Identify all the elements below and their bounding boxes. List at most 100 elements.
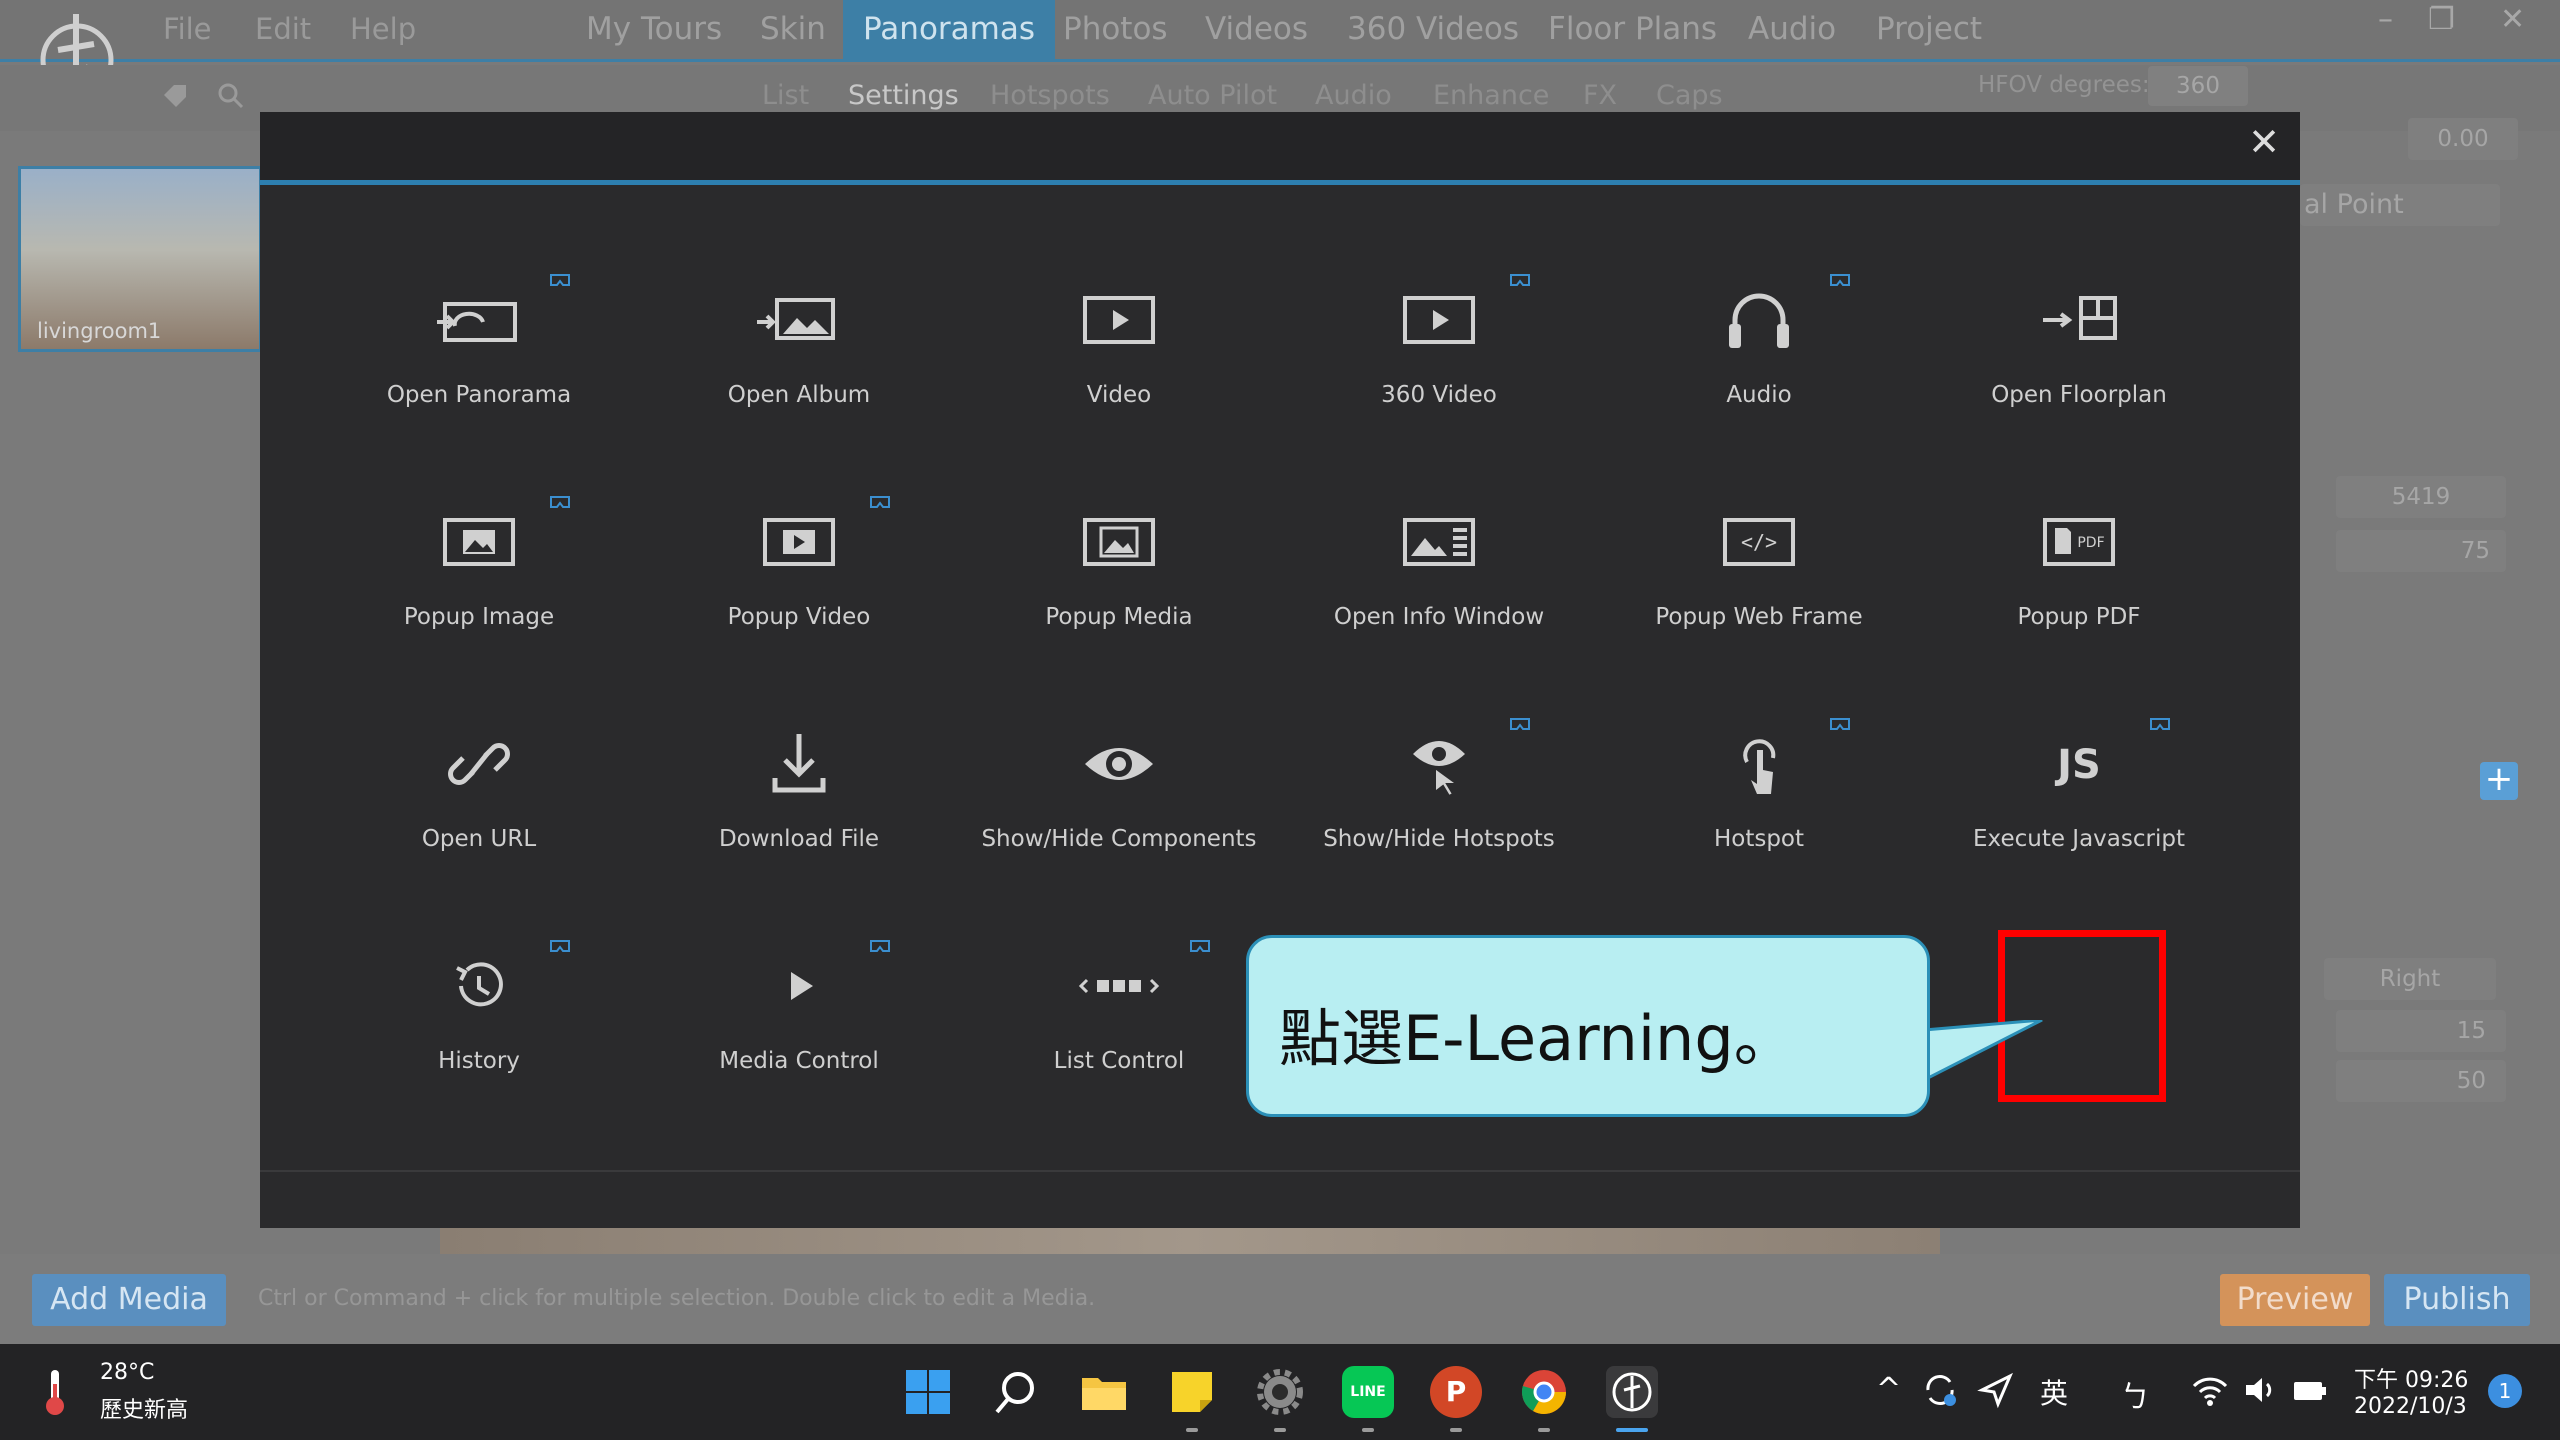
action-hotspot[interactable]: Hotspot: [1609, 716, 1909, 866]
line-app-icon[interactable]: LINE: [1342, 1366, 1394, 1418]
subtab-enhance[interactable]: Enhance: [1433, 80, 1549, 111]
vr-badge-icon: [869, 938, 891, 954]
tour-app-taskbar-icon[interactable]: [1606, 1366, 1658, 1418]
action-open-album[interactable]: Open Album: [649, 272, 949, 422]
volume-icon[interactable]: [2240, 1370, 2280, 1410]
menu-edit[interactable]: Edit: [255, 12, 311, 46]
minimize-icon[interactable]: –: [2378, 2, 2393, 37]
weather-temperature[interactable]: 28°C: [100, 1360, 154, 1385]
powerpoint-icon[interactable]: P: [1430, 1366, 1482, 1418]
add-plus-button[interactable]: +: [2480, 762, 2518, 800]
add-media-button[interactable]: Add Media: [32, 1274, 226, 1326]
sync-icon[interactable]: [1920, 1370, 1960, 1410]
action-open-info-window[interactable]: Open Info Window: [1289, 494, 1589, 644]
tab-skin[interactable]: Skin: [740, 0, 846, 62]
action-360-video[interactable]: 360 Video: [1289, 272, 1589, 422]
window-close-icon[interactable]: ✕: [2500, 2, 2525, 37]
subtab-hotspots[interactable]: Hotspots: [990, 80, 1110, 111]
windows-start-icon[interactable]: [902, 1366, 954, 1418]
subtab-fx[interactable]: FX: [1583, 80, 1617, 111]
open-album-icon: [751, 284, 847, 356]
action-label: Open Info Window: [1333, 604, 1545, 630]
action-popup-pdf[interactable]: PDF Popup PDF: [1929, 494, 2229, 644]
tab-panoramas[interactable]: Panoramas: [843, 0, 1055, 62]
tab-floor-plans[interactable]: Floor Plans: [1528, 0, 1737, 62]
action-popup-image[interactable]: Popup Image: [329, 494, 629, 644]
search-icon[interactable]: [216, 81, 246, 111]
action-popup-web-frame[interactable]: </> Popup Web Frame: [1609, 494, 1909, 644]
action-audio[interactable]: Audio: [1609, 272, 1909, 422]
vr-badge-icon: [1829, 272, 1851, 288]
thermometer-icon[interactable]: [40, 1366, 70, 1418]
action-show-hide-components[interactable]: Show/Hide Components: [969, 716, 1269, 866]
action-execute-javascript[interactable]: JS Execute Javascript: [1929, 716, 2229, 866]
subtab-caps[interactable]: Caps: [1656, 80, 1723, 111]
menu-help[interactable]: Help: [350, 12, 416, 46]
panorama-preview-strip: [440, 1228, 1940, 1254]
action-label: Hotspot: [1713, 826, 1805, 852]
rp-field-d[interactable]: 75: [2336, 530, 2506, 572]
search-taskbar-icon[interactable]: [990, 1366, 1042, 1418]
tray-chevron-icon[interactable]: ^: [1876, 1372, 1901, 1407]
action-video[interactable]: Video: [969, 272, 1269, 422]
panorama-thumbnail[interactable]: livingroom1: [18, 166, 262, 352]
headphones-icon: [1711, 284, 1807, 356]
action-open-url[interactable]: Open URL: [329, 716, 629, 866]
location-icon[interactable]: [1976, 1370, 2016, 1410]
tab-audio[interactable]: Audio: [1728, 0, 1856, 62]
action-media-control[interactable]: Media Control: [649, 938, 949, 1088]
tab-my-tours[interactable]: My Tours: [566, 0, 742, 62]
action-open-panorama[interactable]: Open Panorama: [329, 272, 629, 422]
weather-description[interactable]: 歷史新高: [100, 1392, 188, 1424]
tab-photos[interactable]: Photos: [1043, 0, 1188, 62]
publish-button[interactable]: Publish: [2384, 1274, 2530, 1326]
settings-gear-icon[interactable]: [1254, 1366, 1306, 1418]
rp-field-c[interactable]: 5419: [2336, 476, 2506, 518]
subtab-list[interactable]: List: [762, 80, 809, 111]
restore-icon[interactable]: ❐: [2428, 2, 2455, 37]
subtab-auto-pilot[interactable]: Auto Pilot: [1148, 80, 1277, 111]
web-frame-icon: </>: [1711, 506, 1807, 578]
vr-badge-icon: [549, 272, 571, 288]
callout-pointer: [1924, 1020, 2043, 1082]
preview-button[interactable]: Preview: [2220, 1274, 2370, 1326]
action-label: 360 Video: [1381, 382, 1497, 408]
action-popup-video[interactable]: Popup Video: [649, 494, 949, 644]
svg-text:JS: JS: [2054, 742, 2101, 788]
video-icon: [1071, 284, 1167, 356]
rp-field-f[interactable]: 15: [2336, 1010, 2506, 1052]
tab-360-videos[interactable]: 360 Videos: [1327, 0, 1539, 62]
tag-icon[interactable]: [160, 81, 190, 111]
wifi-icon[interactable]: [2190, 1370, 2230, 1410]
chrome-icon[interactable]: [1518, 1366, 1570, 1418]
rp-field-a[interactable]: 0.00: [2408, 118, 2518, 160]
action-download-file[interactable]: Download File: [649, 716, 949, 866]
action-show-hide-hotspots[interactable]: Show/Hide Hotspots: [1289, 716, 1589, 866]
action-open-floorplan[interactable]: Open Floorplan: [1929, 272, 2229, 422]
action-label: Download File: [718, 826, 880, 852]
action-label: List Control: [1053, 1048, 1185, 1074]
clock-date[interactable]: 2022/10/3: [2354, 1394, 2467, 1419]
rp-field-e[interactable]: Right: [2324, 958, 2496, 1000]
tab-project[interactable]: Project: [1856, 0, 2002, 62]
rp-field-g[interactable]: 50: [2336, 1060, 2506, 1102]
subtab-audio[interactable]: Audio: [1315, 80, 1392, 111]
action-popup-media[interactable]: Popup Media: [969, 494, 1269, 644]
menu-file[interactable]: File: [163, 12, 212, 46]
subtab-settings[interactable]: Settings: [848, 80, 959, 111]
ime-indicator[interactable]: 英: [2040, 1372, 2068, 1412]
vr-badge-icon: [1509, 716, 1531, 732]
notification-badge[interactable]: 1: [2488, 1374, 2522, 1408]
clock-time[interactable]: 下午 09:26: [2354, 1362, 2468, 1394]
ime-mode-icon[interactable]: ㄅ: [2120, 1372, 2150, 1416]
action-label: Popup Image: [403, 604, 555, 630]
menu-bar: File Edit Help My Tours Skin Panoramas P…: [0, 0, 2560, 104]
action-history[interactable]: History: [329, 938, 629, 1088]
tab-videos[interactable]: Videos: [1185, 0, 1328, 62]
battery-icon[interactable]: [2290, 1370, 2330, 1410]
sticky-notes-icon[interactable]: [1166, 1366, 1218, 1418]
file-explorer-icon[interactable]: [1078, 1366, 1130, 1418]
dialog-close-icon[interactable]: ✕: [2242, 120, 2286, 164]
hfov-input[interactable]: 360: [2148, 66, 2248, 106]
action-list-control[interactable]: List Control: [969, 938, 1269, 1088]
